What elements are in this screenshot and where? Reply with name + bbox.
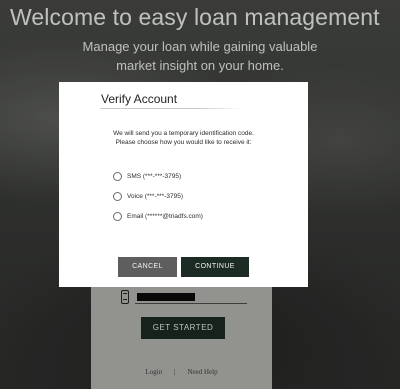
dialog-description: We will send you a temporary identificat… (59, 129, 308, 147)
title-divider (100, 108, 242, 109)
sms-radio[interactable] (113, 171, 122, 181)
option-voice[interactable]: Voice (***-***-3795) (113, 191, 203, 201)
email-radio[interactable] (113, 211, 122, 221)
option-voice-label: Voice (***-***-3795) (127, 192, 184, 200)
dialog-title: Verify Account (101, 92, 178, 106)
continue-button[interactable]: CONTINUE (181, 257, 249, 277)
verify-account-dialog: Verify Account We will send you a tempor… (59, 82, 308, 287)
cancel-button[interactable]: CANCEL (118, 257, 177, 277)
delivery-options: SMS (***-***-3795) Voice (***-***-3795) … (113, 171, 203, 231)
option-sms-label: SMS (***-***-3795) (127, 172, 182, 180)
option-sms[interactable]: SMS (***-***-3795) (113, 171, 203, 181)
dialog-description-line-1: We will send you a temporary identificat… (113, 130, 254, 137)
dialog-description-line-2: Please choose how you would like to rece… (115, 139, 252, 146)
option-email-label: Email (******@triadfs.com) (127, 212, 203, 220)
option-email[interactable]: Email (******@triadfs.com) (113, 211, 203, 221)
voice-radio[interactable] (113, 191, 122, 201)
